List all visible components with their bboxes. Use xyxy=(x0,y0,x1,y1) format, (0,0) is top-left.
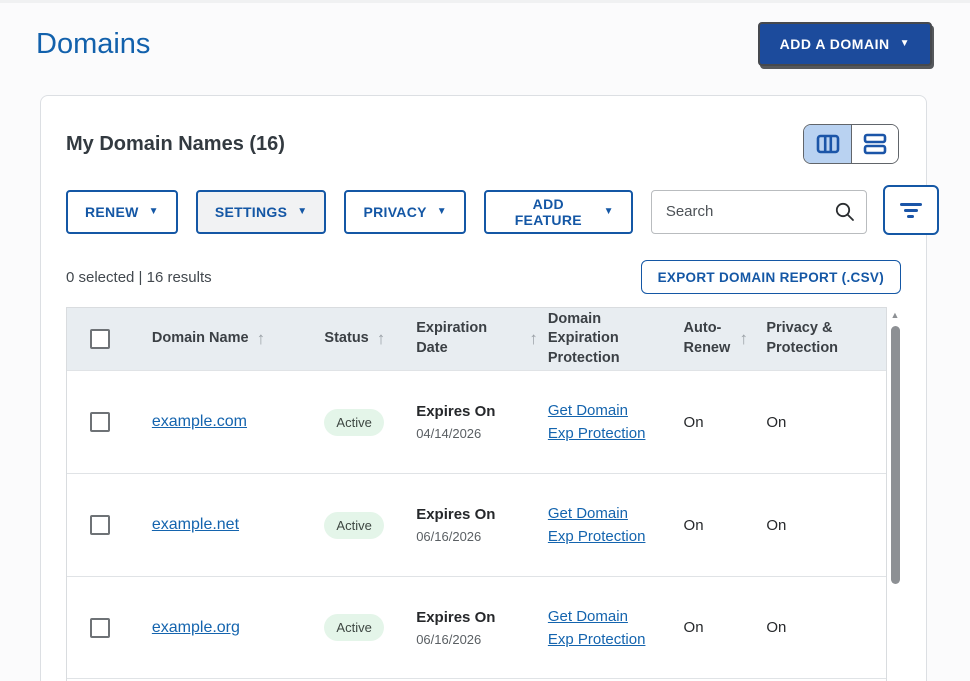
row-checkbox-cell xyxy=(67,618,142,638)
sort-arrow-up-icon[interactable]: ↑ xyxy=(377,328,386,351)
get-domain-exp-protection-link[interactable]: Get Domain Exp Protection xyxy=(548,399,648,445)
row-view-toggle[interactable] xyxy=(851,125,898,163)
view-toggle-group xyxy=(803,124,899,164)
column-header-domain-expiration-protection: Domain Expiration Protection xyxy=(538,310,674,369)
privacy-button[interactable]: PRIVACY ▼ xyxy=(344,190,466,234)
select-all-checkbox[interactable] xyxy=(90,329,110,349)
column-view-toggle[interactable] xyxy=(804,125,851,163)
row-checkbox[interactable] xyxy=(90,618,110,638)
toolbar: RENEW ▼ SETTINGS ▼ PRIVACY ▼ ADD FEATURE… xyxy=(41,188,926,235)
chevron-down-icon: ▼ xyxy=(900,39,910,49)
card-title: My Domain Names (16) xyxy=(66,133,285,156)
chevron-down-icon: ▼ xyxy=(149,207,159,217)
row-checkbox[interactable] xyxy=(90,412,110,432)
column-header-status[interactable]: Status ↑ xyxy=(314,328,406,351)
page-header: Domains ADD A DOMAIN ▼ xyxy=(36,22,932,66)
column-header-auto-renew[interactable]: Auto-Renew ↑ xyxy=(674,319,757,358)
column-header-domain-name[interactable]: Domain Name ↑ xyxy=(142,328,315,351)
expiration-date: 06/16/2026 xyxy=(416,529,495,544)
expiration-date: 04/14/2026 xyxy=(416,426,495,441)
table-row: example.org Active Expires On 06/16/2026… xyxy=(67,576,886,679)
sort-arrow-up-icon[interactable]: ↑ xyxy=(257,328,266,351)
add-feature-button[interactable]: ADD FEATURE ▼ xyxy=(484,190,633,234)
search-container xyxy=(651,190,867,234)
auto-renew-value: On xyxy=(684,619,704,636)
domain-link[interactable]: example.org xyxy=(152,619,240,637)
table-header-row: Domain Name ↑ Status ↑ Expiration Date ↑… xyxy=(67,308,886,370)
selection-row: 0 selected | 16 results EXPORT DOMAIN RE… xyxy=(41,260,926,294)
chevron-down-icon: ▼ xyxy=(604,207,614,217)
add-a-domain-label: ADD A DOMAIN xyxy=(780,36,890,52)
domain-link[interactable]: example.com xyxy=(152,413,247,431)
column-label: Auto-Renew xyxy=(684,319,732,358)
selection-summary: 0 selected | 16 results xyxy=(66,269,212,286)
chevron-down-icon: ▼ xyxy=(437,207,447,217)
renew-button[interactable]: RENEW ▼ xyxy=(66,190,178,234)
filter-icon xyxy=(900,203,922,218)
my-domains-card: My Domain Names (16) RENEW ▼ SE xyxy=(40,95,927,681)
table-row: example.com Active Expires On 04/14/2026… xyxy=(67,370,886,473)
settings-button[interactable]: SETTINGS ▼ xyxy=(196,190,327,234)
column-view-icon xyxy=(816,134,840,154)
table-area: Domain Name ↑ Status ↑ Expiration Date ↑… xyxy=(41,307,926,681)
expires-on-label: Expires On xyxy=(416,403,495,420)
privacy-protection-value: On xyxy=(766,619,786,636)
column-header-expiration-date[interactable]: Expiration Date ↑ xyxy=(406,319,538,358)
chevron-down-icon: ▼ xyxy=(297,207,307,217)
row-checkbox-cell xyxy=(67,412,142,432)
column-label: Domain Name xyxy=(152,329,249,349)
export-domain-report-button[interactable]: EXPORT DOMAIN REPORT (.CSV) xyxy=(641,260,901,294)
domain-link[interactable]: example.net xyxy=(152,516,239,534)
page-title: Domains xyxy=(36,28,150,61)
search-icon[interactable] xyxy=(834,201,855,227)
table-row: example.net Active Expires On 06/16/2026… xyxy=(67,473,886,576)
column-header-privacy-protection: Privacy & Protection xyxy=(756,319,886,358)
table-scrollbar: ▲ xyxy=(889,307,901,681)
header-checkbox-cell xyxy=(67,329,142,349)
add-feature-label: ADD FEATURE xyxy=(503,196,594,228)
status-badge: Active xyxy=(324,512,383,539)
domains-table: Domain Name ↑ Status ↑ Expiration Date ↑… xyxy=(66,307,887,681)
row-checkbox[interactable] xyxy=(90,515,110,535)
sort-arrow-up-icon[interactable]: ↑ xyxy=(740,328,749,351)
status-badge: Active xyxy=(324,409,383,436)
sort-arrow-up-icon[interactable]: ↑ xyxy=(529,328,538,351)
scrollbar-thumb[interactable] xyxy=(891,326,900,584)
column-label: Privacy & Protection xyxy=(766,319,850,358)
status-badge: Active xyxy=(324,614,383,641)
expiration-date: 06/16/2026 xyxy=(416,632,495,647)
privacy-protection-value: On xyxy=(766,517,786,534)
privacy-protection-value: On xyxy=(766,414,786,431)
top-divider xyxy=(0,0,970,3)
card-title-row: My Domain Names (16) xyxy=(41,96,926,164)
column-label: Status xyxy=(324,329,368,349)
renew-label: RENEW xyxy=(85,204,139,220)
row-checkbox-cell xyxy=(67,515,142,535)
get-domain-exp-protection-link[interactable]: Get Domain Exp Protection xyxy=(548,605,648,651)
privacy-label: PRIVACY xyxy=(363,204,426,220)
auto-renew-value: On xyxy=(684,414,704,431)
expires-on-label: Expires On xyxy=(416,506,495,523)
get-domain-exp-protection-link[interactable]: Get Domain Exp Protection xyxy=(548,502,648,548)
filter-button[interactable] xyxy=(883,185,939,235)
settings-label: SETTINGS xyxy=(215,204,287,220)
scrollbar-up-icon[interactable]: ▲ xyxy=(891,310,900,320)
row-view-icon xyxy=(863,133,887,155)
auto-renew-value: On xyxy=(684,517,704,534)
column-label: Domain Expiration Protection xyxy=(548,310,632,369)
column-label: Expiration Date xyxy=(416,319,521,358)
expires-on-label: Expires On xyxy=(416,609,495,626)
add-a-domain-button[interactable]: ADD A DOMAIN ▼ xyxy=(758,22,932,66)
